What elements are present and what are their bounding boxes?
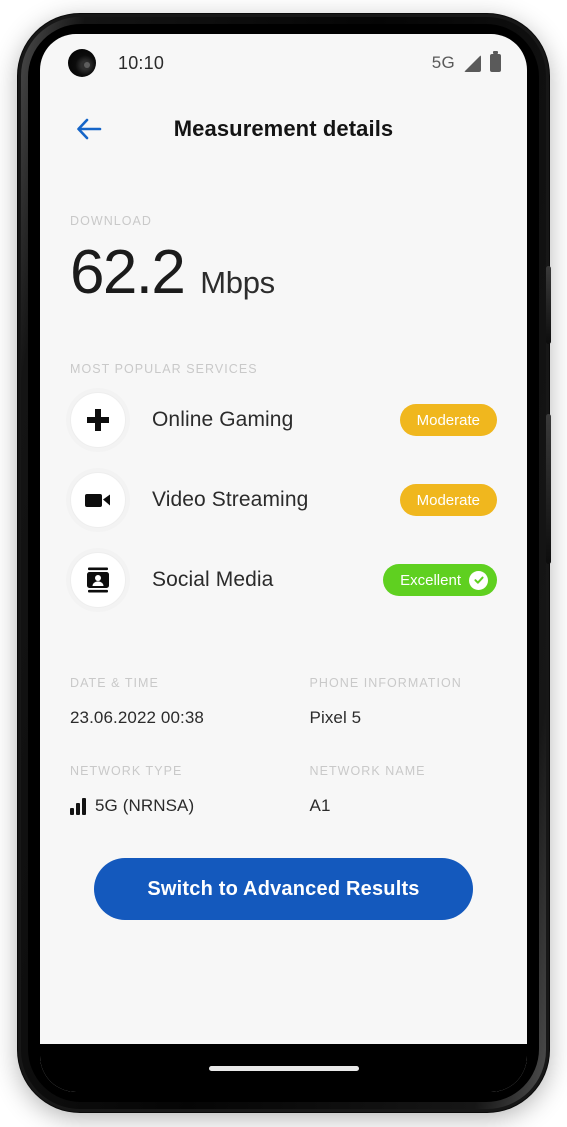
date-time-label: DATE & TIME — [70, 676, 159, 690]
phone-information-value: Pixel 5 — [309, 708, 362, 727]
status-bar-clock: 10:10 — [118, 52, 165, 73]
camera-punch-hole-icon — [68, 49, 96, 77]
info-cell-date-time: DATE & TIME 23.06.2022 00:38 — [70, 676, 284, 728]
date-time-value: 23.06.2022 00:38 — [70, 708, 204, 727]
back-arrow-icon — [77, 118, 102, 140]
cta-container: Switch to Advanced Results — [70, 858, 497, 920]
battery-icon — [490, 51, 501, 72]
signal-bars-icon — [70, 797, 86, 815]
services-label: MOST POPULAR SERVICES — [70, 362, 258, 376]
info-cell-network-type: NETWORK TYPE 5G (NRNSA) — [70, 764, 284, 816]
download-speed-unit: Mbps — [200, 265, 275, 300]
status-bar-network-label: 5G — [431, 53, 455, 72]
network-type-value: 5G (NRNSA) — [95, 796, 195, 815]
signal-triangle-icon — [464, 54, 481, 72]
services-list: Online Gaming Moderate Video Streaming M… — [70, 380, 497, 620]
download-label: DOWNLOAD — [70, 214, 153, 228]
system-gesture-bar — [40, 1044, 527, 1092]
status-badge: Moderate — [399, 404, 497, 436]
status-badge: Excellent — [383, 564, 497, 596]
list-item[interactable]: Social Media Excellent — [70, 540, 497, 620]
service-name: Social Media — [152, 568, 274, 591]
network-type-label: NETWORK TYPE — [70, 764, 183, 778]
back-button[interactable] — [68, 108, 110, 150]
screenshot-root: 10:10 5G Measurement details DOWNLOAD 62… — [0, 0, 567, 1127]
network-type-value-row: 5G (NRNSA) — [70, 796, 284, 816]
status-badge-label: Moderate — [416, 491, 480, 509]
network-name-label: NETWORK NAME — [309, 764, 426, 778]
download-speed-row: 62.2 Mbps — [70, 242, 497, 304]
services-section: MOST POPULAR SERVICES Online Gaming Mode… — [70, 362, 497, 620]
network-name-value: A1 — [309, 796, 331, 815]
power-button[interactable] — [546, 266, 551, 344]
status-badge: Moderate — [399, 484, 497, 516]
page-title: Measurement details — [173, 116, 394, 141]
list-item[interactable]: Video Streaming Moderate — [70, 460, 497, 540]
phone-information-label: PHONE INFORMATION — [309, 676, 462, 690]
download-section: DOWNLOAD 62.2 Mbps — [70, 214, 497, 304]
check-circle-icon — [469, 570, 488, 590]
download-speed-value: 62.2 — [70, 238, 186, 307]
status-bar: 10:10 5G — [40, 34, 527, 92]
list-item[interactable]: Online Gaming Moderate — [70, 380, 497, 460]
info-row: DATE & TIME 23.06.2022 00:38 PHONE INFOR… — [70, 676, 497, 728]
info-cell-phone-information: PHONE INFORMATION Pixel 5 — [284, 676, 498, 728]
video-camera-icon — [70, 472, 126, 528]
contact-card-icon — [70, 552, 126, 608]
volume-button[interactable] — [546, 414, 551, 564]
service-name: Online Gaming — [152, 408, 294, 431]
gamepad-dpad-icon — [70, 392, 126, 448]
phone-screen: 10:10 5G Measurement details DOWNLOAD 62… — [40, 34, 527, 1092]
info-row: NETWORK TYPE 5G (NRNSA) NETWORK NAME A1 — [70, 764, 497, 816]
app-bar: Measurement details — [40, 92, 527, 166]
main-content: DOWNLOAD 62.2 Mbps MOST POPULAR SERVICES — [40, 214, 527, 920]
switch-to-advanced-results-button[interactable]: Switch to Advanced Results — [94, 858, 473, 920]
info-cell-network-name: NETWORK NAME A1 — [284, 764, 498, 816]
home-gesture-pill[interactable] — [208, 1065, 359, 1071]
status-badge-label: Excellent — [400, 571, 461, 589]
measurement-info-grid: DATE & TIME 23.06.2022 00:38 PHONE INFOR… — [70, 676, 497, 816]
service-name: Video Streaming — [152, 488, 309, 511]
status-badge-label: Moderate — [416, 411, 480, 429]
status-bar-indicators: 5G — [431, 51, 501, 73]
